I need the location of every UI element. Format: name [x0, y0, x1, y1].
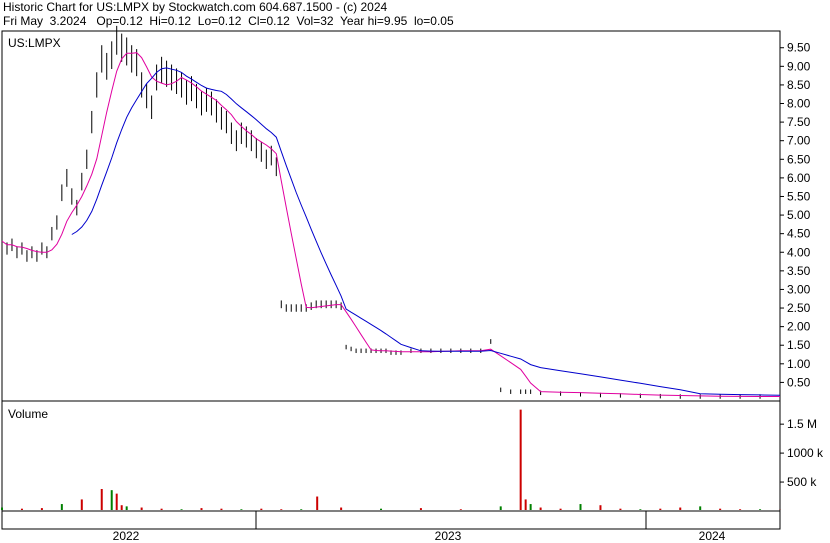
moving-average-short-line — [1, 52, 780, 397]
volume-tick-label: 1.5 M — [787, 417, 817, 431]
price-tick-label: 3.50 — [787, 264, 811, 278]
x-label-2023: 2023 — [435, 529, 462, 543]
price-tick-label: 8.00 — [787, 97, 811, 111]
price-tick-label: 8.50 — [787, 78, 811, 92]
price-tick-label: 7.00 — [787, 134, 811, 148]
price-tick-label: 4.50 — [787, 227, 811, 241]
volume-label: Volume — [8, 407, 48, 421]
price-tick-label: 2.50 — [787, 301, 811, 315]
price-panel-frame — [1, 30, 781, 402]
price-tick-label: 5.50 — [787, 189, 811, 203]
price-tick-label: 2.00 — [787, 320, 811, 334]
x-label-2024: 2024 — [699, 529, 726, 543]
chart-canvas: US:LMPX 9.50 9.00 8.50 8.00 7.50 7.00 6.50 6.00… — [1, 25, 824, 543]
price-tick-label: 4.00 — [787, 245, 811, 259]
volume-tick-label: 1000 k — [787, 446, 824, 460]
price-tick-label: 6.50 — [787, 152, 811, 166]
moving-average-long-line — [71, 67, 781, 396]
volume-tick-label: 500 k — [787, 475, 817, 489]
price-plot — [1, 25, 781, 399]
volume-plot — [1, 409, 781, 510]
price-tick-label: 5.00 — [787, 208, 811, 222]
price-tick-label: 9.00 — [787, 59, 811, 73]
price-tick-label: 1.00 — [787, 357, 811, 371]
symbol-label: US:LMPX — [8, 36, 61, 50]
price-tick-label: 1.50 — [787, 338, 811, 352]
price-tick-label: 3.00 — [787, 282, 811, 296]
price-axis: 9.50 9.00 8.50 8.00 7.50 7.00 6.50 6.00 5.50 5.00… — [780, 41, 811, 389]
volume-axis: 1.5 M 1000 k 500 k — [780, 417, 824, 489]
price-tick-label: 0.50 — [787, 375, 811, 389]
price-tick-label: 7.50 — [787, 115, 811, 129]
price-tick-label: 9.50 — [787, 41, 811, 55]
x-label-2022: 2022 — [113, 529, 140, 543]
price-tick-label: 6.00 — [787, 171, 811, 185]
time-axis-frame — [1, 510, 781, 530]
volume-panel-frame — [1, 400, 781, 512]
